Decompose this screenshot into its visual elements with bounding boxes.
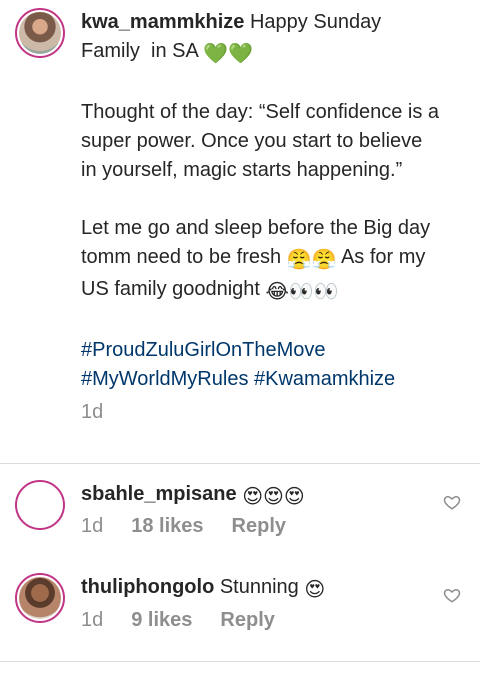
divider: [0, 463, 480, 464]
comment-text: sbahle_mpisane 😍😍😍: [81, 480, 305, 511]
reply-button[interactable]: Reply: [220, 609, 274, 632]
hashtag-link[interactable]: #Kwamamkhize: [254, 368, 395, 390]
heart-outline-icon[interactable]: [443, 586, 461, 604]
comment-avatar[interactable]: [15, 480, 65, 530]
post-caption: kwa_mammkhize Happy Sunday Family in SA …: [81, 8, 441, 427]
comment-likes[interactable]: 9 likes: [131, 609, 192, 632]
heart-eyes-emojis: 😍😍😍: [242, 486, 305, 508]
avatar-image: [19, 12, 61, 54]
heart-eyes-emoji: 😍: [304, 579, 326, 601]
comment-timestamp: 1d: [81, 515, 104, 537]
post-sleep-text: Let me go and sleep before the Big day t…: [81, 214, 441, 307]
comment-text: thuliphongolo Stunning 😍: [81, 573, 325, 604]
comment-timestamp: 1d: [81, 609, 104, 631]
reply-button[interactable]: Reply: [232, 515, 286, 538]
heart-outline-icon[interactable]: [443, 493, 461, 511]
avatar-image: [19, 577, 61, 619]
post-timestamp: 1d: [81, 401, 104, 423]
post-greeting: kwa_mammkhize Happy Sunday Family in SA …: [81, 8, 441, 69]
post-quote: Thought of the day: “Self confidence is …: [81, 101, 445, 181]
laughing-eyes-emojis: 😂👀👀: [265, 281, 339, 303]
comment-username[interactable]: thuliphongolo: [81, 576, 214, 598]
hashtag-link[interactable]: #MyWorldMyRules: [81, 368, 248, 390]
divider: [0, 661, 480, 662]
comment-username[interactable]: sbahle_mpisane: [81, 483, 237, 505]
comment-meta: 1d 9 likes Reply: [81, 609, 275, 632]
comment-likes[interactable]: 18 likes: [131, 515, 203, 538]
steam-face-emojis: 😤😤: [286, 249, 337, 271]
comment-avatar[interactable]: [15, 573, 65, 623]
post-hashtags: #ProudZuluGirlOnTheMove #MyWorldMyRules …: [81, 336, 441, 394]
avatar-image: [19, 484, 61, 526]
green-heart-emojis: 💚💚: [203, 43, 254, 65]
post-author-avatar[interactable]: [15, 8, 65, 58]
hashtag-link[interactable]: #ProudZuluGirlOnTheMove: [81, 339, 326, 361]
post-username[interactable]: kwa_mammkhize: [81, 11, 244, 33]
comment-meta: 1d 18 likes Reply: [81, 515, 286, 538]
